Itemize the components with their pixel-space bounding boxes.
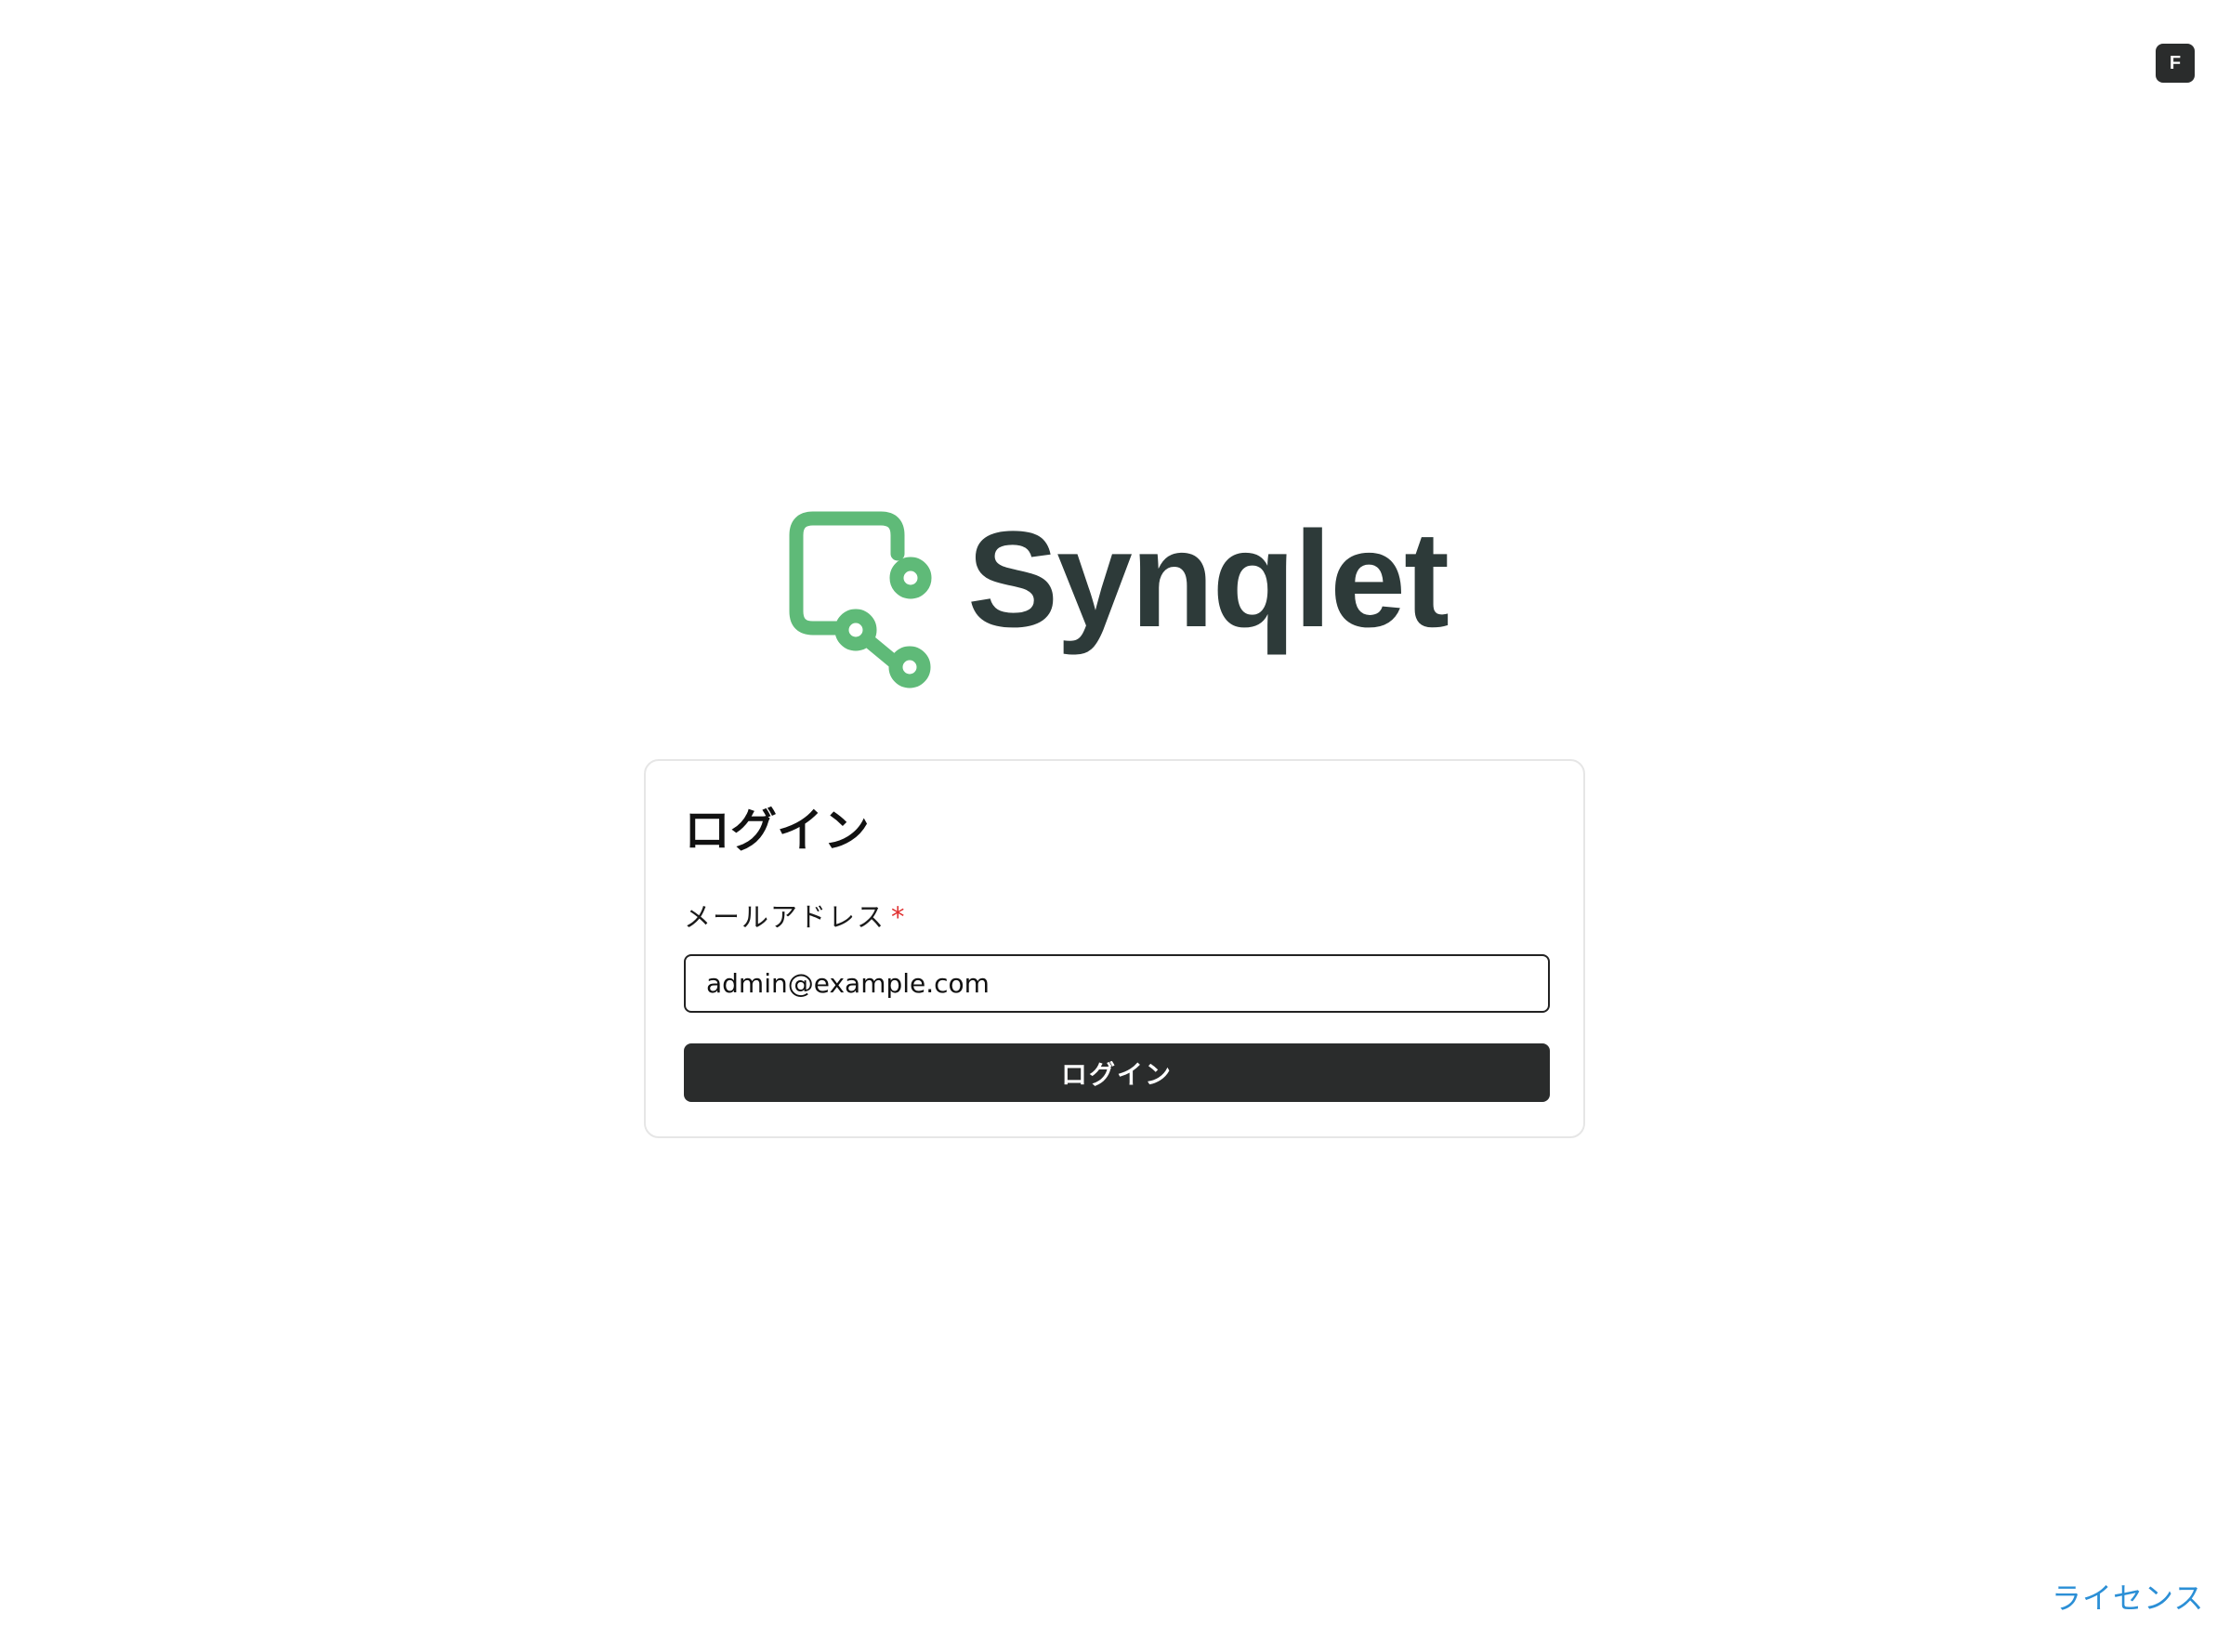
logo-wordmark: Synqlet [967,509,1449,656]
brand-logo: Synqlet [788,509,1450,695]
synqlet-logo-icon [789,511,932,688]
user-badge-button[interactable]: F [2156,44,2195,83]
logo-svg: Synqlet [789,509,1450,688]
user-badge-label: F [2169,52,2182,73]
login-card: ログイン メールアドレス* ログイン [644,759,1585,1138]
login-page: F Synqlet ログイン メールアドレス* ログイン ライセンス [0,0,2230,1652]
login-title: ログイン [684,804,870,858]
required-asterisk: * [891,901,907,933]
email-label-text: メールアドレス [684,901,886,933]
license-link[interactable]: ライセンス [2052,1578,2204,1619]
email-input[interactable] [684,954,1550,1013]
email-field-label: メールアドレス * [684,898,907,936]
login-button[interactable]: ログイン [684,1043,1550,1102]
